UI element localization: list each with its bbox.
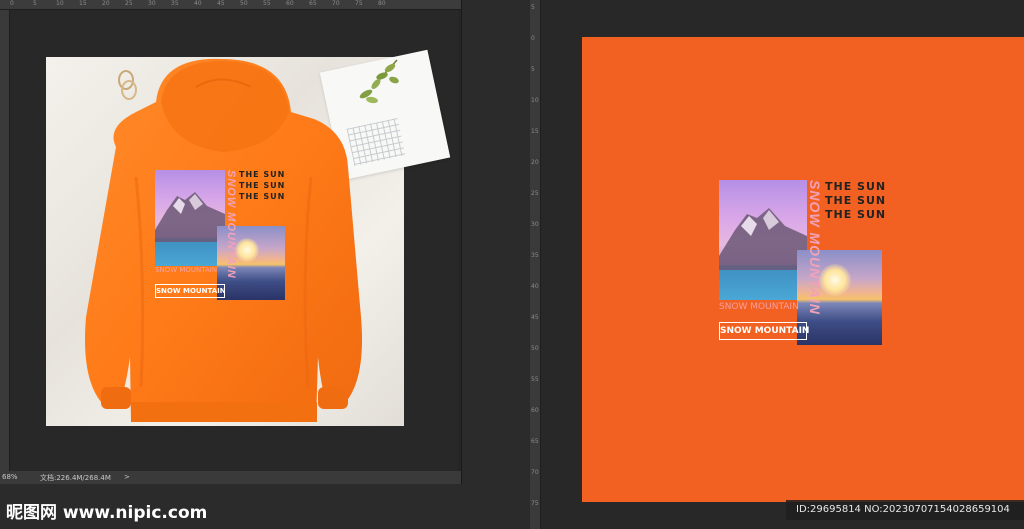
status-arrow-icon[interactable]: > [124, 473, 130, 481]
ruler-tick-label: 35 [531, 252, 539, 259]
status-bar: 68% 文档:226.4M/268.4M > [0, 471, 461, 484]
ruler-tick-label: 20 [531, 159, 539, 166]
the-sun-line-1-large: THE SUN [825, 180, 887, 193]
ruler-tick-label: 30 [531, 221, 539, 228]
ruler-tick-label: 70 [332, 0, 340, 7]
ruler-tick-label: 40 [194, 0, 202, 7]
ruler-tick-label: 55 [263, 0, 271, 7]
ruler-tick-label: 5 [33, 0, 37, 7]
mountain-photo [155, 170, 225, 266]
ruler-tick-label: 0 [531, 35, 535, 42]
ruler-tick-label: 10 [531, 97, 539, 104]
ruler-tick-label: 40 [531, 283, 539, 290]
ruler-tick-label: 70 [531, 469, 539, 476]
ruler-tick-label: 75 [531, 500, 539, 507]
the-sun-line-3-large: THE SUN [825, 208, 887, 221]
ruler-tick-label: 65 [309, 0, 317, 7]
orange-canvas[interactable]: SNOW MOUNTAIN THE SUN THE SUN THE SUN SN… [582, 37, 1024, 502]
ruler-tick-label: 45 [531, 314, 539, 321]
left-document-window: 0 5 10 15 20 25 30 35 40 45 50 55 60 65 70 75 80 [0, 0, 462, 484]
ruler-tick-label: 5 [531, 66, 535, 73]
ruler-tick-label: 25 [125, 0, 133, 7]
image-id-bar: ID:29695814 NO:20230707154028659104 [786, 500, 1024, 520]
mountain-photo-large [719, 180, 807, 300]
vertical-ruler-right[interactable]: 5 0 5 10 15 20 25 30 35 40 45 50 55 60 65 70 75 [530, 0, 541, 529]
ruler-tick-label: 65 [531, 438, 539, 445]
ruler-tick-label: 60 [531, 407, 539, 414]
vertical-ruler[interactable] [0, 10, 10, 472]
ruler-tick-label: 55 [531, 376, 539, 383]
ruler-tick-label: 25 [531, 190, 539, 197]
ruler-tick-label: 10 [56, 0, 64, 7]
ruler-tick-label: 50 [531, 345, 539, 352]
the-sun-line-2-large: THE SUN [825, 194, 887, 207]
the-sun-line-3: THE SUN [239, 192, 286, 201]
ruler-tick-label: 0 [10, 0, 14, 7]
ghost-text-large: SNOW MOUNTAIN [719, 302, 799, 312]
ruler-tick-label: 5 [531, 4, 535, 11]
ruler-tick-label: 45 [217, 0, 225, 7]
hoodie-print-design: SNOW MOUNTAIN THE SUN THE SUN THE SUN SN… [155, 170, 290, 305]
ghost-text: SNOW MOUNTAIN [155, 266, 218, 274]
ruler-tick-label: 35 [171, 0, 179, 7]
boxed-label: SNOW MOUNTAIN [155, 284, 226, 298]
ruler-tick-label: 75 [355, 0, 363, 7]
site-watermark: 昵图网 www.nipic.com [6, 503, 208, 523]
ruler-tick-label: 60 [286, 0, 294, 7]
the-sun-line-1: THE SUN [239, 170, 286, 179]
document-info: 文档:226.4M/268.4M [40, 474, 111, 482]
horizontal-ruler[interactable]: 0 5 10 15 20 25 30 35 40 45 50 55 60 65 70 75 80 [0, 0, 461, 10]
ruler-tick-label: 50 [240, 0, 248, 7]
ruler-tick-label: 15 [79, 0, 87, 7]
the-sun-line-2: THE SUN [239, 181, 286, 190]
snow-mountain-vertical-text: SNOW MOUNTAIN [225, 170, 237, 279]
snow-mountain-vertical-text-large: SNOW MOUNTAIN [807, 180, 823, 315]
zoom-level[interactable]: 68% [2, 473, 18, 481]
ruler-tick-label: 15 [531, 128, 539, 135]
ruler-tick-label: 80 [378, 0, 386, 7]
boxed-label-large: SNOW MOUNTAIN [719, 322, 809, 340]
print-design: SNOW MOUNTAIN THE SUN THE SUN THE SUN SN… [719, 180, 889, 350]
ruler-tick-label: 30 [148, 0, 156, 7]
ruler-tick-label: 20 [102, 0, 110, 7]
